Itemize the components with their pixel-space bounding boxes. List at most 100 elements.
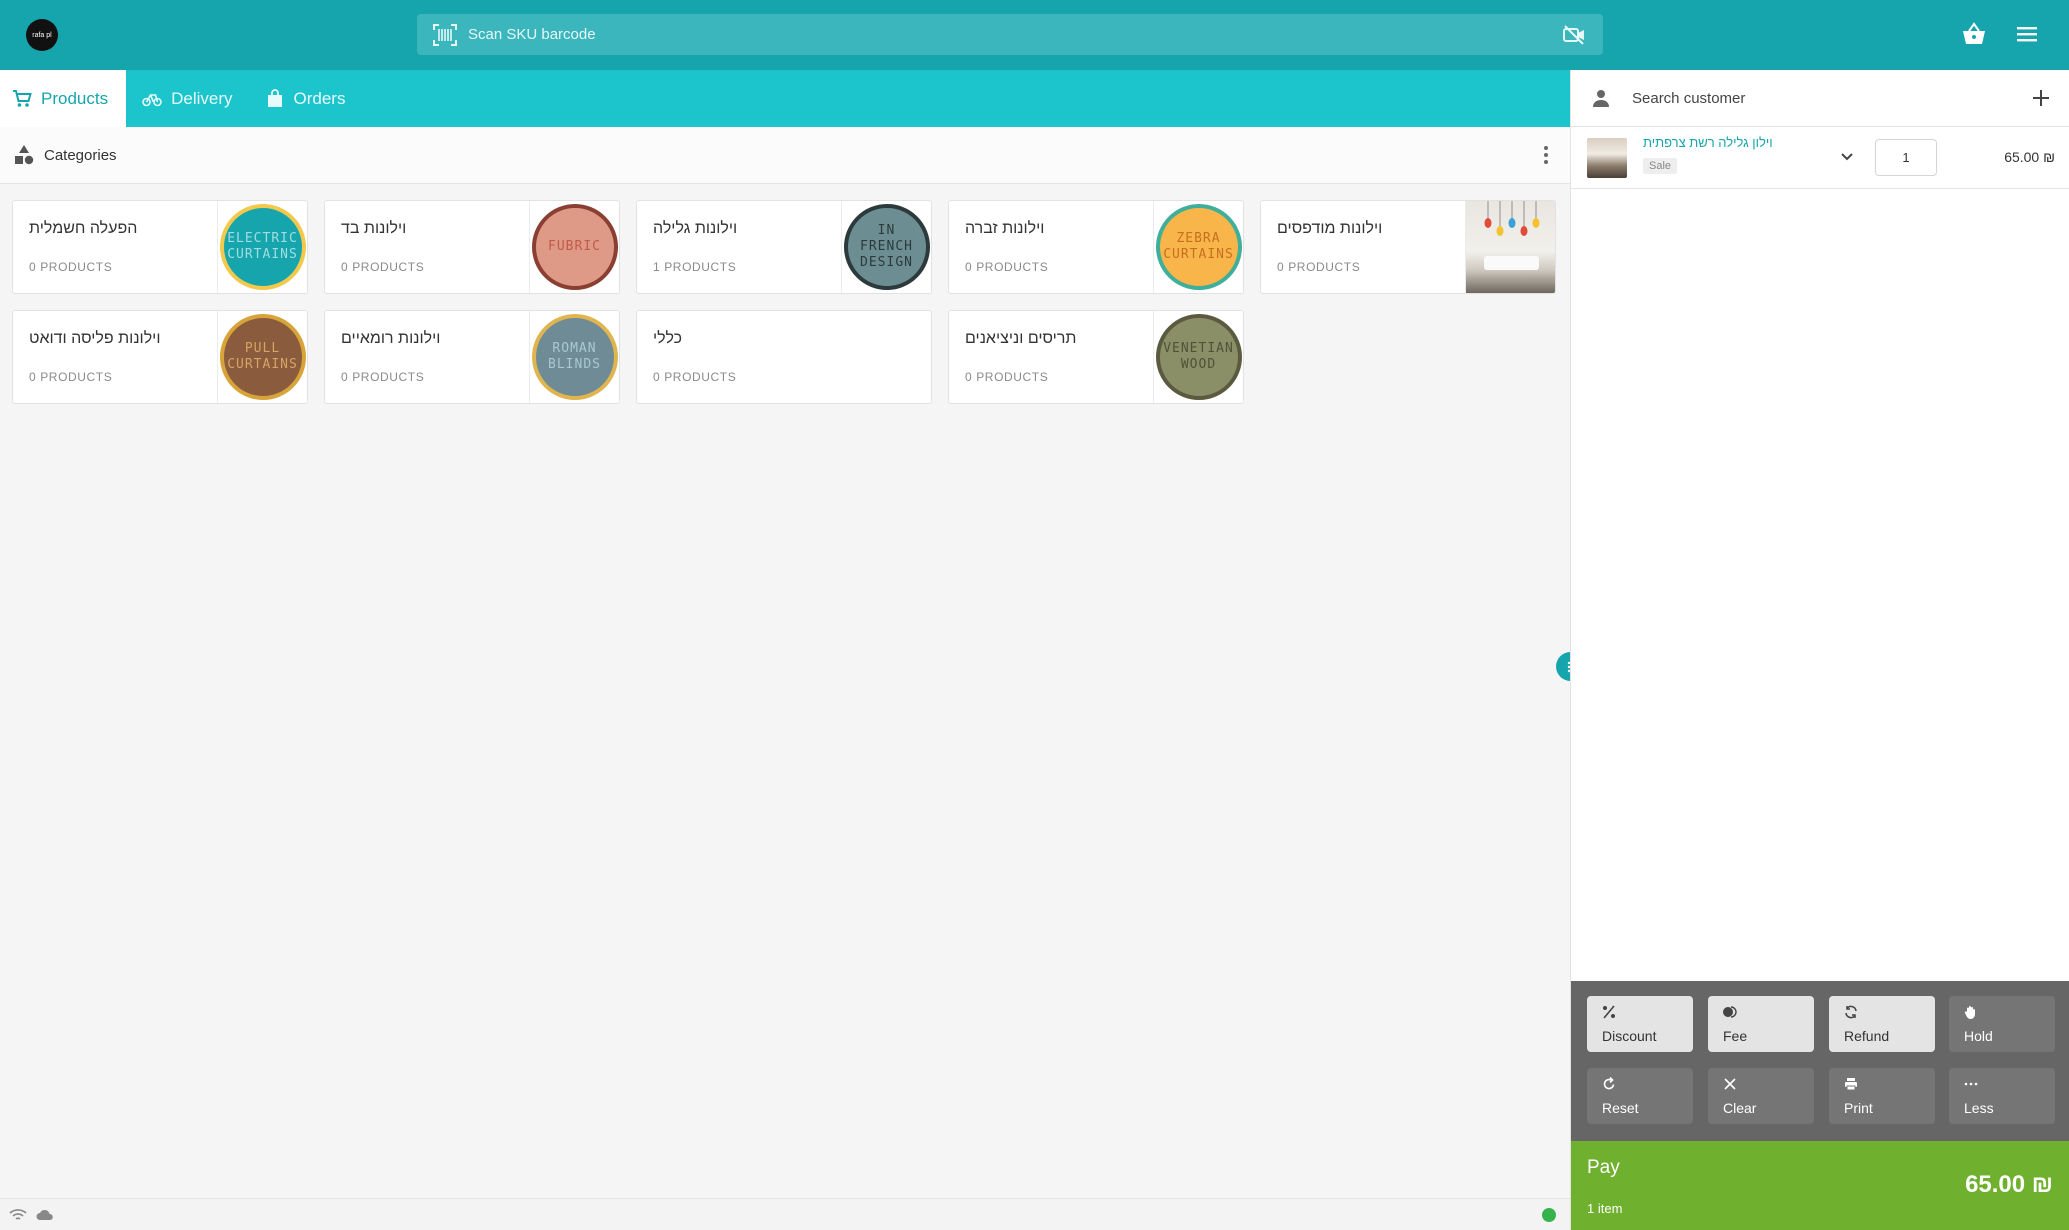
category-product-count: 0 PRODUCTS xyxy=(653,370,737,384)
category-name: וילונות פליסה ודואט xyxy=(29,330,161,347)
category-image: FUBRIC xyxy=(529,201,619,293)
barcode-icon xyxy=(433,23,457,46)
category-card[interactable]: וילונות זברה 0 PRODUCTS ZEBRA CURTAINS xyxy=(948,200,1244,294)
cloud-icon xyxy=(36,1209,53,1220)
fee-label: Fee xyxy=(1723,1028,1748,1044)
tab-products[interactable]: Products xyxy=(0,70,127,127)
refund-label: Refund xyxy=(1844,1028,1890,1044)
category-logo-badge: ROMAN BLINDS xyxy=(531,314,618,400)
main-tabs: Products Delivery Orders xyxy=(0,70,1570,127)
category-image: IN FRENCH DESIGN xyxy=(841,201,931,293)
line-item-price: 65.00 ₪ xyxy=(2004,149,2055,165)
tab-orders[interactable]: Orders xyxy=(251,70,364,127)
category-name: וילונות גלילה xyxy=(653,220,738,237)
reset-icon xyxy=(1603,1077,1615,1090)
print-label: Print xyxy=(1844,1100,1873,1116)
add-customer-icon[interactable] xyxy=(2031,88,2051,108)
category-image: ELECTRIC CURTAINS xyxy=(217,201,307,293)
category-grid: הפעלה חשמלית 0 PRODUCTS ELECTRIC CURTAINS ו… xyxy=(12,200,1556,404)
online-status-dot xyxy=(1542,1208,1556,1222)
bicycle-icon xyxy=(142,93,162,106)
line-item-name[interactable]: וילון גלילה רשת צרפתית xyxy=(1643,135,1773,150)
logo-text: rafa pl xyxy=(32,31,52,39)
categories-title: Categories xyxy=(44,146,117,164)
print-button[interactable]: Print xyxy=(1829,1068,1935,1124)
hold-label: Hold xyxy=(1964,1028,1993,1044)
sale-tag: Sale xyxy=(1643,158,1678,174)
category-card[interactable]: וילונות גלילה 1 PRODUCTS IN FRENCH DESIGN xyxy=(636,200,932,294)
category-name: וילונות בד xyxy=(341,220,407,237)
category-name: וילונות מודפסים xyxy=(1277,220,1383,237)
scan-placeholder: Scan SKU barcode xyxy=(468,26,596,43)
category-card[interactable]: תריסים וניציאנים 0 PRODUCTS VENETIAN WOOD xyxy=(948,310,1244,404)
category-logo-badge: ELECTRIC CURTAINS xyxy=(219,204,306,290)
hamburger-menu-icon[interactable] xyxy=(2016,24,2038,44)
printer-icon xyxy=(1845,1078,1857,1091)
category-image xyxy=(1465,201,1555,293)
shapes-icon xyxy=(15,145,34,165)
pay-label: Pay xyxy=(1587,1157,1620,1178)
person-icon xyxy=(1593,90,1609,107)
category-product-count: 0 PRODUCTS xyxy=(29,370,113,384)
tab-delivery-label: Delivery xyxy=(171,88,233,108)
clear-label: Clear xyxy=(1723,1100,1757,1116)
toggle-icon xyxy=(1723,1006,1737,1018)
fee-button[interactable]: Fee xyxy=(1708,996,1814,1052)
printed-curtain-photo xyxy=(1484,201,1540,270)
category-card[interactable]: וילונות רומאיים 0 PRODUCTS ROMAN BLINDS xyxy=(324,310,620,404)
reset-label: Reset xyxy=(1602,1100,1639,1116)
category-card[interactable]: וילונות מודפסים 0 PRODUCTS xyxy=(1260,200,1556,294)
category-image: ROMAN BLINDS xyxy=(529,311,619,403)
ellipsis-icon xyxy=(1964,1082,1978,1086)
percent-icon xyxy=(1603,1005,1615,1019)
tab-products-label: Products xyxy=(41,88,109,108)
chevron-down-icon[interactable] xyxy=(1839,149,1855,165)
less-button[interactable]: Less xyxy=(1949,1068,2055,1124)
close-icon xyxy=(1724,1078,1736,1090)
status-bar xyxy=(0,1198,1570,1230)
category-logo-badge: IN FRENCH DESIGN xyxy=(843,204,930,290)
category-logo-badge: VENETIAN WOOD xyxy=(1155,314,1242,400)
category-name: כללי xyxy=(653,330,683,347)
category-name: הפעלה חשמלית xyxy=(29,220,138,237)
tab-orders-label: Orders xyxy=(293,88,346,108)
customer-search-placeholder: Search customer xyxy=(1632,89,1746,107)
category-image: PULL CURTAINS xyxy=(217,311,307,403)
category-product-count: 0 PRODUCTS xyxy=(341,260,425,274)
category-card[interactable]: וילונות בד 0 PRODUCTS FUBRIC xyxy=(324,200,620,294)
category-name: וילונות רומאיים xyxy=(341,330,441,347)
customer-search[interactable]: Search customer xyxy=(1571,70,2069,127)
store-logo[interactable]: rafa pl xyxy=(26,19,58,51)
refund-button[interactable]: Refund xyxy=(1829,996,1935,1052)
cart-line-item: וילון גלילה רשת צרפתית Sale 65.00 ₪ xyxy=(1571,127,2069,189)
category-product-count: 0 PRODUCTS xyxy=(29,260,113,274)
hold-button[interactable]: Hold xyxy=(1949,996,2055,1052)
tab-delivery[interactable]: Delivery xyxy=(126,70,250,127)
category-product-count: 0 PRODUCTS xyxy=(965,370,1049,384)
category-image: VENETIAN WOOD xyxy=(1153,311,1243,403)
categories-header: Categories xyxy=(0,127,1570,184)
camera-off-icon[interactable] xyxy=(1563,25,1585,45)
pay-button[interactable]: Pay 1 item 65.00 ₪ xyxy=(1571,1141,2069,1230)
category-logo-badge: ZEBRA CURTAINS xyxy=(1155,204,1242,290)
category-logo-badge: PULL CURTAINS xyxy=(219,314,306,400)
refresh-icon xyxy=(1845,1005,1857,1019)
cart-actions: Discount Fee Refund Hold Reset Clear Pri… xyxy=(1571,981,2069,1141)
clear-button[interactable]: Clear xyxy=(1708,1068,1814,1124)
category-product-count: 0 PRODUCTS xyxy=(965,260,1049,274)
category-name: וילונות זברה xyxy=(965,220,1045,237)
discount-button[interactable]: Discount xyxy=(1587,996,1693,1052)
wifi-icon xyxy=(9,1209,27,1220)
product-thumbnail xyxy=(1587,138,1627,178)
top-bar: rafa pl Scan SKU barcode xyxy=(0,0,2069,70)
category-card[interactable]: הפעלה חשמלית 0 PRODUCTS ELECTRIC CURTAINS xyxy=(12,200,308,294)
reset-button[interactable]: Reset xyxy=(1587,1068,1693,1124)
more-options-icon[interactable] xyxy=(1542,144,1550,166)
basket-icon[interactable] xyxy=(1961,22,1987,46)
category-card[interactable]: וילונות פליסה ודואט 0 PRODUCTS PULL CURTAI… xyxy=(12,310,308,404)
discount-label: Discount xyxy=(1602,1028,1657,1044)
less-label: Less xyxy=(1964,1100,1994,1116)
quantity-input[interactable] xyxy=(1875,139,1937,176)
category-card[interactable]: כללי 0 PRODUCTS xyxy=(636,310,932,404)
sku-scan-field[interactable]: Scan SKU barcode xyxy=(417,14,1603,55)
